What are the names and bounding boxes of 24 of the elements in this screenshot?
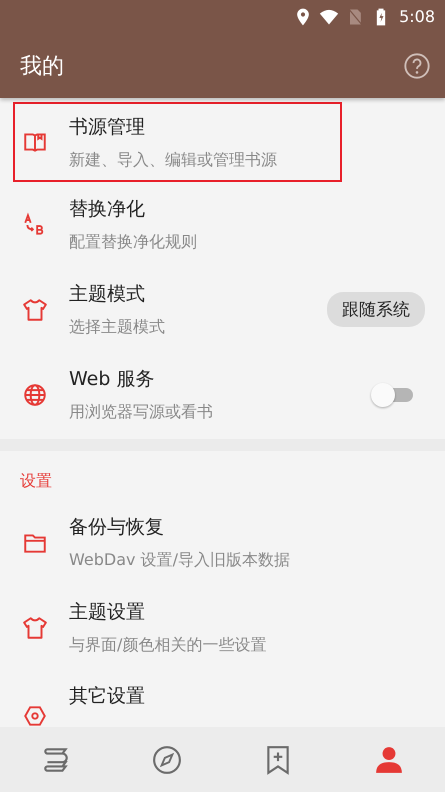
section-header: 设置 <box>19 471 53 492</box>
item-subtitle: 用浏览器写源或看书 <box>69 402 214 423</box>
item-title: Web 服务 <box>69 367 156 392</box>
status-time: 5:08 <box>399 7 435 26</box>
menu-item[interactable]: 替换净化 配置替换净化规则 <box>0 182 445 267</box>
item-title: 主题设置 <box>69 600 146 625</box>
menu-item[interactable]: 其它设置 <box>0 670 445 727</box>
item-title: 主题模式 <box>69 282 146 307</box>
page-title: 我的 <box>20 52 64 80</box>
item-title: 备份与恢复 <box>69 515 165 540</box>
item-subtitle: 配置替换净化规则 <box>69 232 198 253</box>
menu-item[interactable]: Web 服务 用浏览器写源或看书 <box>0 352 445 437</box>
item-subtitle: 与界面/颜色相关的一些设置 <box>69 635 268 656</box>
item-title: 其它设置 <box>69 684 146 709</box>
menu-item[interactable]: 主题设置 与界面/颜色相关的一些设置 <box>0 585 445 670</box>
item-title: 替换净化 <box>69 197 146 222</box>
menu-item[interactable]: 备份与恢复 WebDav 设置/导入旧版本数据 <box>0 500 445 585</box>
item-subtitle: WebDav 设置/导入旧版本数据 <box>69 550 291 571</box>
menu-item[interactable]: 书源管理 新建、导入、编辑或管理书源 <box>13 102 342 182</box>
item-subtitle: 选择主题模式 <box>69 317 166 338</box>
theme-mode-chip[interactable]: 跟随系统 <box>327 292 425 327</box>
menu-item[interactable]: 主题模式 选择主题模式 跟随系统 <box>0 267 445 352</box>
item-title: 书源管理 <box>69 114 146 140</box>
item-subtitle: 新建、导入、编辑或管理书源 <box>69 150 278 170</box>
